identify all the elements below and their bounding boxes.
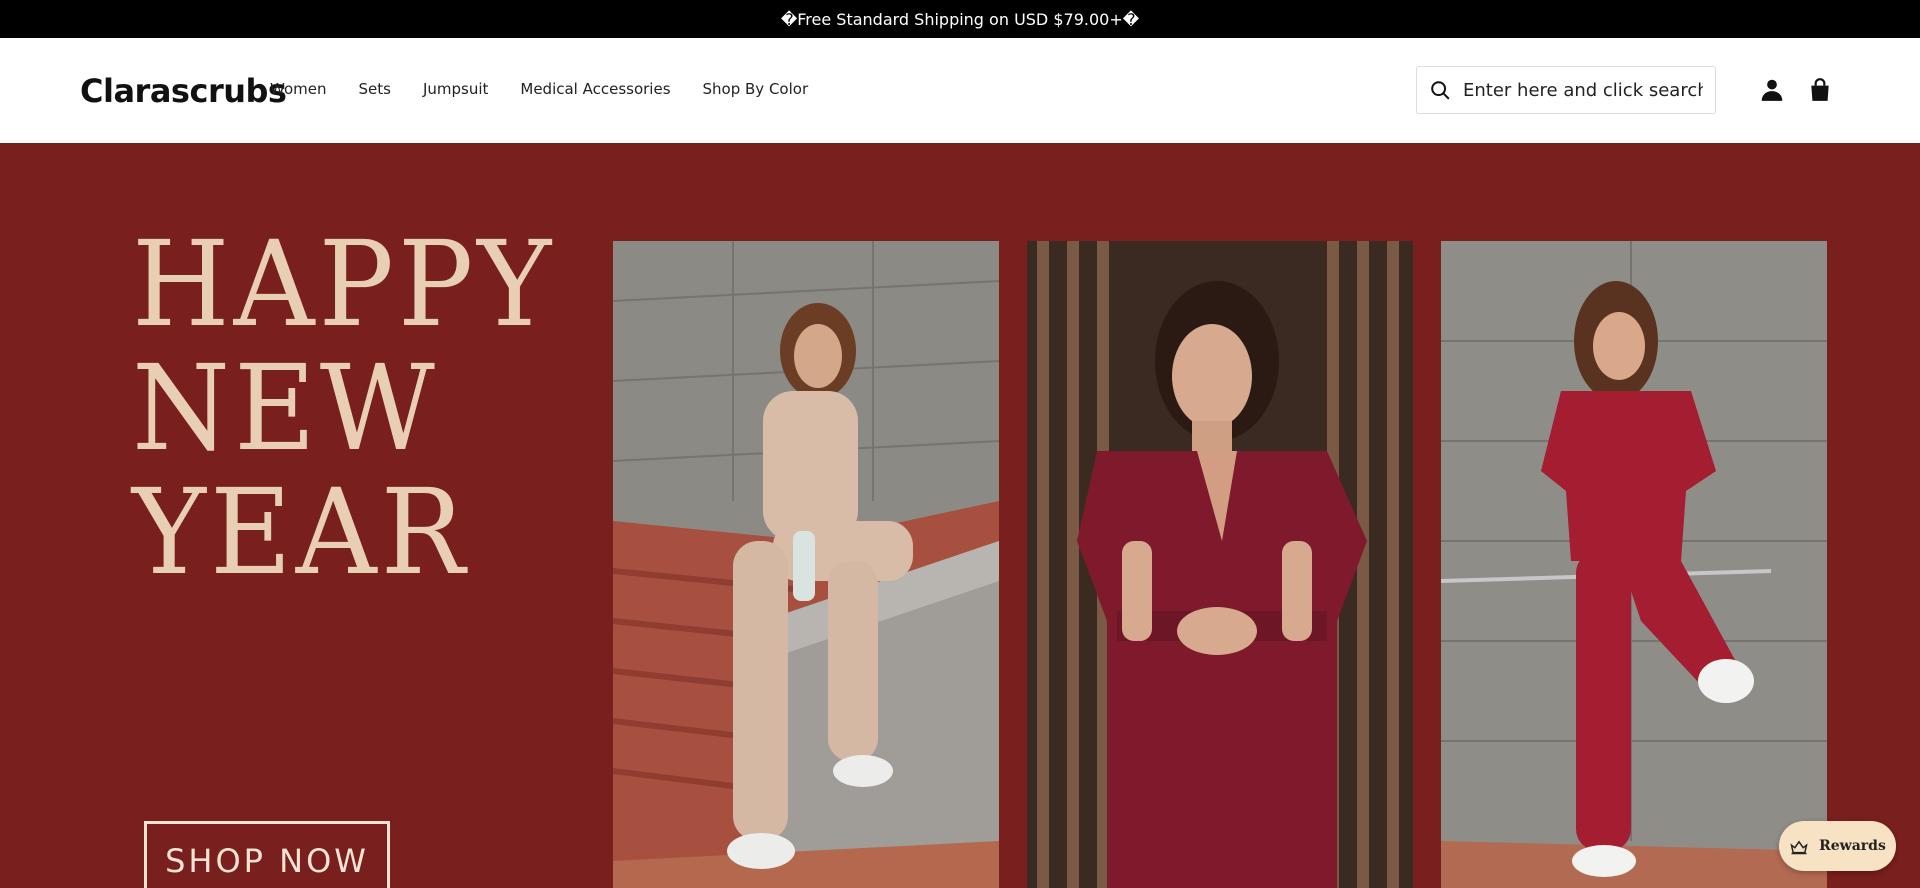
- site-logo[interactable]: Clarascrubs: [80, 72, 287, 110]
- main-nav: Women Sets Jumpsuit Medical Accessories …: [270, 80, 808, 98]
- nav-jumpsuit[interactable]: Jumpsuit: [423, 80, 488, 98]
- announcement-text: �Free Standard Shipping on USD $79.00+�: [780, 9, 1140, 29]
- shop-now-button[interactable]: SHOP NOW: [144, 821, 390, 888]
- nav-sets[interactable]: Sets: [358, 80, 390, 98]
- site-header: Clarascrubs Women Sets Jumpsuit Medical …: [0, 38, 1920, 143]
- rewards-label: Rewards: [1819, 838, 1886, 854]
- nav-shop-by-color[interactable]: Shop By Color: [703, 80, 809, 98]
- nav-women[interactable]: Women: [270, 80, 326, 98]
- headline-line-2: NEW: [132, 340, 439, 478]
- search-box[interactable]: [1416, 66, 1716, 114]
- search-icon[interactable]: [1429, 79, 1451, 101]
- hero-photo-burgundy-jumpsuit[interactable]: [1027, 241, 1413, 888]
- hero-photo-red-scrubs[interactable]: [1441, 241, 1827, 888]
- announcement-bar: �Free Standard Shipping on USD $79.00+�: [0, 0, 1920, 38]
- hero-banner: HAPPY NEW YEAR SHOP NOW Rewards: [0, 143, 1920, 888]
- headline-line-1: HAPPY: [132, 216, 556, 354]
- hero-headline: HAPPY NEW YEAR: [132, 216, 556, 602]
- crown-gift-icon: [1790, 840, 1808, 855]
- cart-bag-icon[interactable]: [1807, 77, 1833, 103]
- search-input[interactable]: [1463, 79, 1703, 101]
- headline-line-3: YEAR: [132, 464, 469, 602]
- hero-photo-beige-scrubs[interactable]: [613, 241, 999, 888]
- nav-medical-accessories[interactable]: Medical Accessories: [520, 80, 670, 98]
- rewards-launcher[interactable]: Rewards: [1779, 821, 1896, 871]
- account-icon[interactable]: [1759, 77, 1785, 103]
